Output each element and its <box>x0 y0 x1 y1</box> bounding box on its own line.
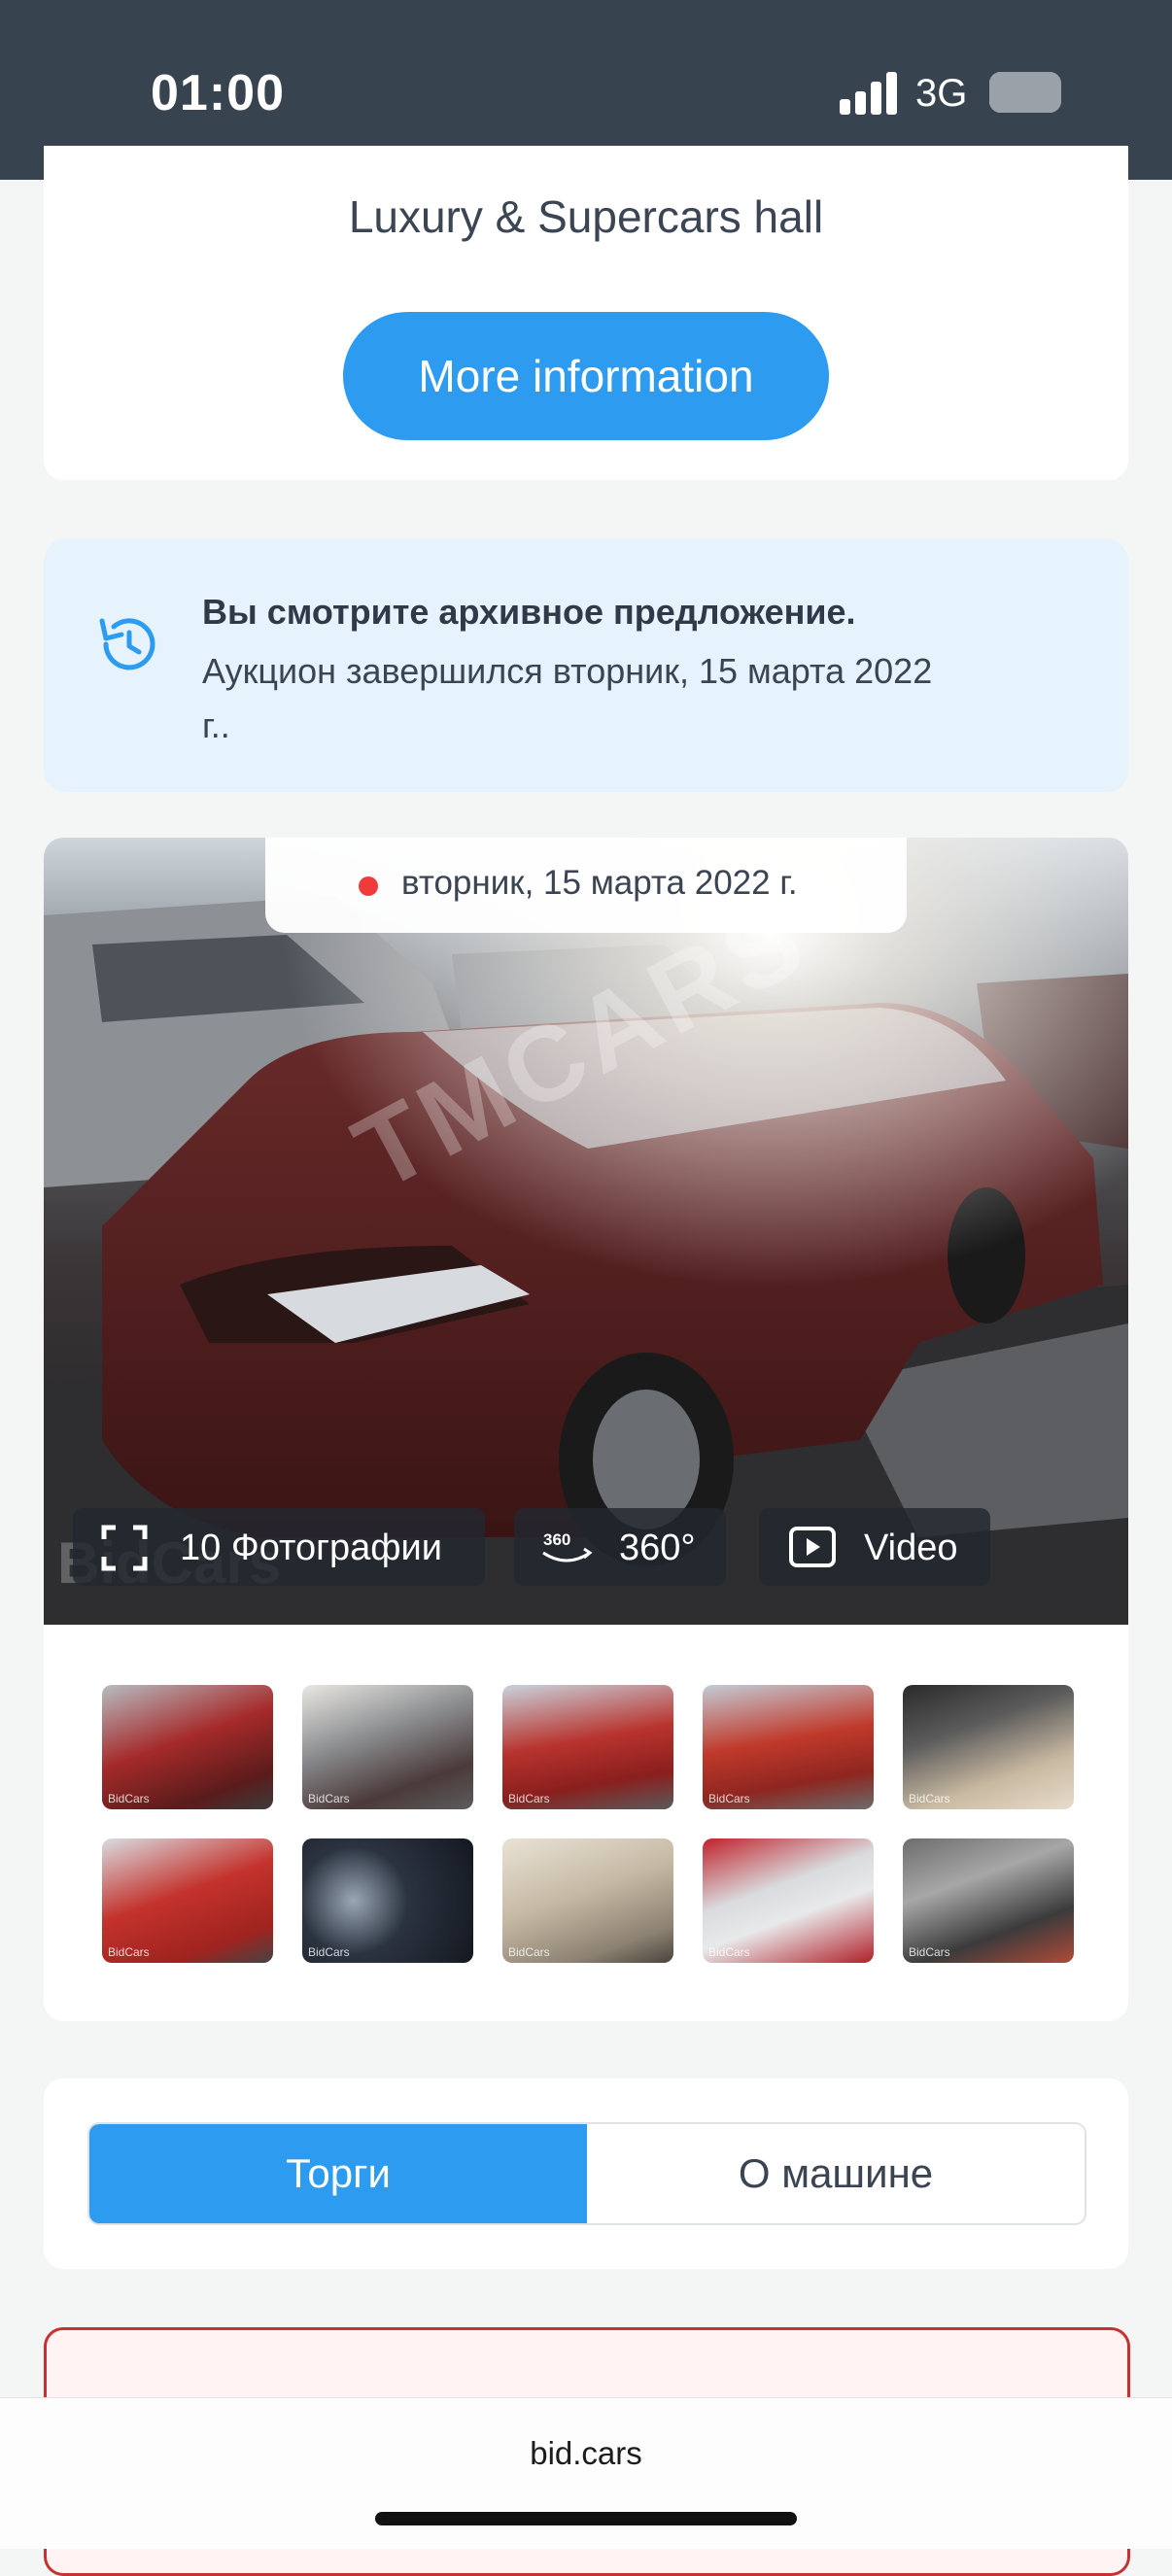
thumbnail-2[interactable]: BidCars <box>302 1685 473 1809</box>
video-button[interactable]: Video <box>759 1508 990 1586</box>
hall-card: Luxury & Supercars hall More information <box>44 146 1128 480</box>
tab-about-car[interactable]: О машине <box>587 2124 1085 2223</box>
svg-text:360: 360 <box>543 1530 570 1549</box>
battery-tip <box>989 72 1061 113</box>
status-dot-icon <box>359 876 378 896</box>
view-360-button[interactable]: 360 360° <box>514 1508 726 1586</box>
archive-text: Аукцион завершился вторник, 15 марта 202… <box>202 651 933 745</box>
view-360-label: 360° <box>619 1528 696 1568</box>
history-icon <box>99 618 155 670</box>
car-photo-illustration <box>44 838 1128 1625</box>
auction-date: вторник, 15 марта 2022 г. <box>401 864 798 902</box>
home-indicator[interactable] <box>375 2512 797 2525</box>
thumbnail-7[interactable]: BidCars <box>302 1838 473 1963</box>
more-information-button[interactable]: More information <box>343 312 829 440</box>
tabs-card: Торги О машине <box>44 2078 1128 2269</box>
video-play-icon <box>789 1527 836 1567</box>
thumbnail-5[interactable]: BidCars <box>903 1685 1074 1809</box>
main-car-photo[interactable]: TMCARS BidCars вторник, 15 марта 2022 г.… <box>44 838 1128 1625</box>
photos-button[interactable]: 10 Фотографии <box>73 1508 485 1586</box>
thumbnail-10[interactable]: BidCars <box>903 1838 1074 1963</box>
browser-bar: bid.cars <box>0 2397 1172 2549</box>
auction-date-pill: вторник, 15 марта 2022 г. <box>265 838 907 933</box>
tab-bar: Торги О машине <box>87 2122 1086 2225</box>
gallery-card: TMCARS BidCars вторник, 15 марта 2022 г.… <box>44 838 1128 2021</box>
thumbnail-6[interactable]: BidCars <box>102 1838 273 1963</box>
fullscreen-icon <box>101 1525 148 1571</box>
photos-label: 10 Фотографии <box>180 1528 442 1568</box>
thumbnail-3[interactable]: BidCars <box>502 1685 673 1809</box>
thumbnail-9[interactable]: BidCars <box>703 1838 874 1963</box>
video-label: Video <box>864 1528 958 1568</box>
browser-url[interactable]: bid.cars <box>0 2435 1172 2472</box>
thumbnail-8[interactable]: BidCars <box>502 1838 673 1963</box>
tab-auction[interactable]: Торги <box>89 2124 587 2223</box>
hall-title: Luxury & Supercars hall <box>348 191 824 242</box>
archive-title: Вы смотрите архивное предложение. <box>202 592 856 632</box>
thumbnail-4[interactable]: BidCars <box>703 1685 874 1809</box>
signal-icon <box>840 72 898 115</box>
status-time: 01:00 <box>151 65 285 121</box>
thumbnail-1[interactable]: BidCars <box>102 1685 273 1809</box>
archive-notice: Вы смотрите архивное предложение. Аукцио… <box>44 539 1128 792</box>
network-label: 3G <box>915 72 968 115</box>
360-icon: 360 <box>542 1530 593 1563</box>
